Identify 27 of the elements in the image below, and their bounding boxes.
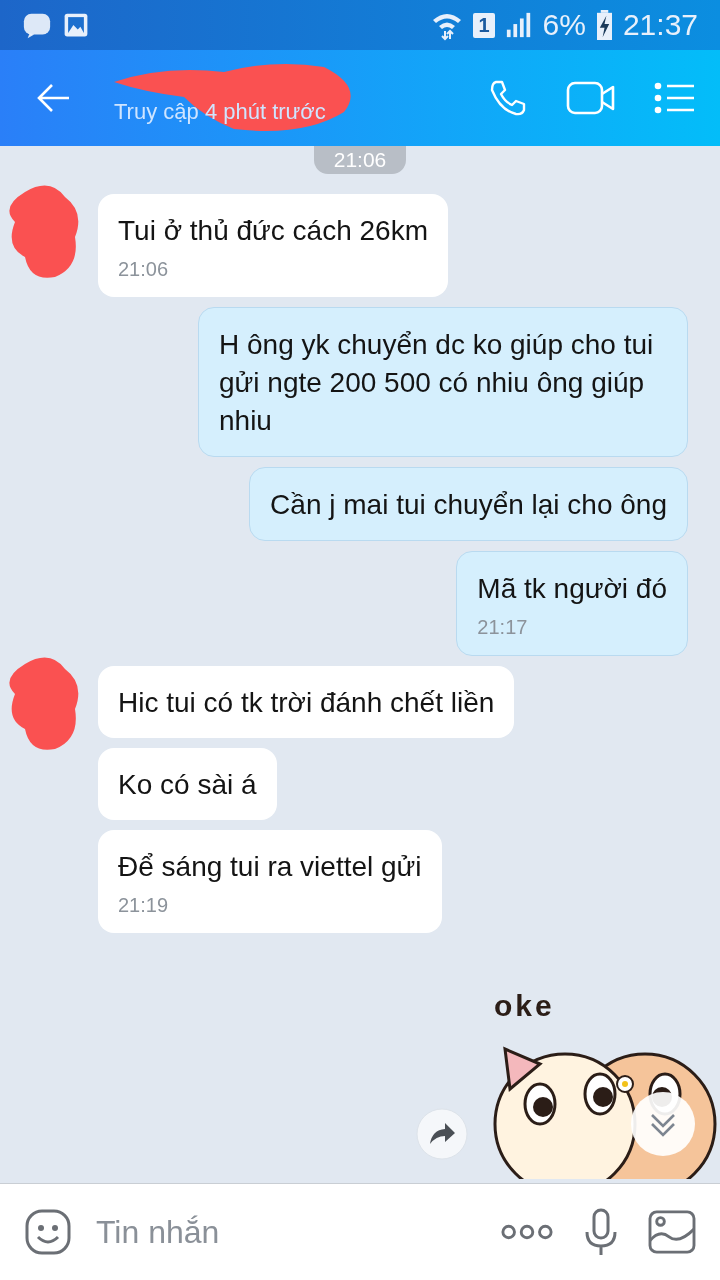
signal-icon bbox=[504, 11, 533, 39]
message-time: 21:17 bbox=[477, 616, 529, 639]
message-text: Để sáng tui ra viettel gửi bbox=[118, 850, 422, 884]
message-text: Ko có sài á bbox=[118, 768, 257, 802]
share-arrow-button[interactable] bbox=[416, 1108, 468, 1160]
time-pill: 21:06 bbox=[313, 146, 407, 174]
scroll-down-button[interactable] bbox=[630, 1091, 696, 1157]
more-options-icon[interactable] bbox=[500, 1222, 554, 1242]
sim-badge: 1 bbox=[473, 12, 495, 38]
image-icon[interactable] bbox=[648, 1210, 696, 1254]
battery-percent: 6% bbox=[542, 8, 586, 42]
phone-icon[interactable] bbox=[488, 78, 528, 118]
message-time: 21:06 bbox=[118, 258, 170, 281]
message-text: Tui ở thủ đức cách 26km bbox=[118, 214, 428, 248]
message-time: 21:19 bbox=[118, 894, 170, 917]
microphone-icon[interactable] bbox=[584, 1208, 618, 1256]
image-icon bbox=[62, 11, 90, 39]
emoji-icon[interactable] bbox=[24, 1208, 72, 1256]
message-text: Hic tui có tk trời đánh chết liền bbox=[118, 686, 495, 720]
battery-charging-icon bbox=[595, 10, 613, 40]
clock: 21:37 bbox=[622, 8, 698, 42]
message-input-field[interactable]: Tin nhắn bbox=[94, 1212, 470, 1252]
sticker-caption: oke bbox=[494, 989, 555, 1023]
message-text: Mã tk người đó bbox=[477, 572, 667, 606]
last-seen-status: Truy cập 4 phút trước bbox=[114, 99, 326, 125]
message-text: Cần j mai tui chuyển lại cho ông bbox=[270, 488, 667, 522]
message-text: H ông yk chuyển dc ko giúp cho tui gửi ngte 200 500 có nhiu ông giúp nhiu bbox=[219, 328, 655, 438]
